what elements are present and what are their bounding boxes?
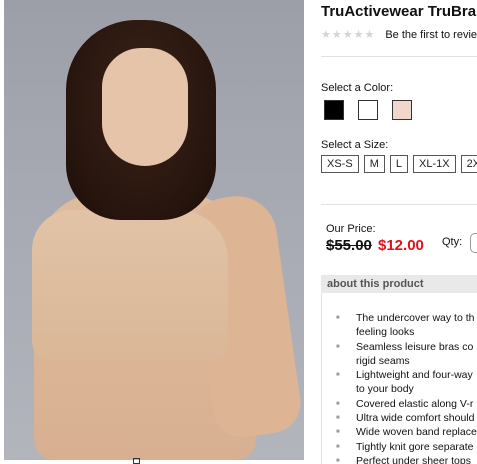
- rating-stars-icon: ★★★★★: [321, 29, 376, 41]
- old-price: $55.00: [326, 237, 372, 254]
- quantity-input[interactable]: [470, 233, 477, 253]
- thumbnail-checkbox[interactable]: [133, 458, 140, 464]
- size-option-l[interactable]: L: [389, 155, 408, 173]
- feature-item: rigid seams: [356, 354, 410, 367]
- rating-row: ★★★★★ Be the first to revie: [321, 28, 477, 42]
- sale-price: $12.00: [378, 237, 424, 254]
- product-title: TruActivewear TruBra: [321, 3, 477, 20]
- feature-item: Lightweight and four-way: [336, 368, 477, 383]
- feature-item: feeling looks: [356, 326, 415, 339]
- color-swatch-nude[interactable]: [392, 100, 412, 120]
- feature-item: Wide woven band replace: [336, 425, 477, 440]
- feature-item: Tightly knit gore separate: [336, 440, 477, 455]
- size-option-xl-1x[interactable]: XL-1X: [412, 155, 456, 173]
- feature-item: Seamless leisure bras co: [336, 340, 477, 355]
- feature-list: The undercover way to th feeling looks S…: [322, 293, 477, 464]
- feature-item: Covered elastic along V-r: [336, 397, 477, 412]
- size-option-2x[interactable]: 2X: [460, 155, 477, 173]
- about-product-panel: The undercover way to th feeling looks S…: [321, 293, 477, 464]
- feature-item: Perfect under sheer tops: [336, 454, 477, 464]
- color-label: Select a Color:: [321, 82, 394, 94]
- size-options: XS-S M L XL-1X 2X: [321, 155, 477, 173]
- about-product-heading: about this product: [321, 275, 477, 293]
- color-swatch-white[interactable]: [358, 100, 378, 120]
- color-swatch-black[interactable]: [324, 100, 344, 120]
- feature-item: Ultra wide comfort should: [336, 411, 477, 426]
- product-photo[interactable]: [4, 0, 304, 460]
- size-option-xs-s[interactable]: XS-S: [321, 155, 359, 173]
- divider: [321, 56, 477, 57]
- divider: [321, 204, 477, 205]
- feature-item: to your body: [356, 383, 414, 396]
- size-label: Select a Size:: [321, 139, 389, 151]
- size-option-m[interactable]: M: [363, 155, 385, 173]
- product-bra: [32, 210, 228, 360]
- quantity-label: Qty:: [442, 236, 463, 248]
- feature-item: The undercover way to th: [336, 311, 477, 326]
- model-face: [102, 48, 188, 166]
- write-review-link[interactable]: Be the first to revie: [385, 29, 477, 41]
- price-label: Our Price:: [326, 223, 376, 235]
